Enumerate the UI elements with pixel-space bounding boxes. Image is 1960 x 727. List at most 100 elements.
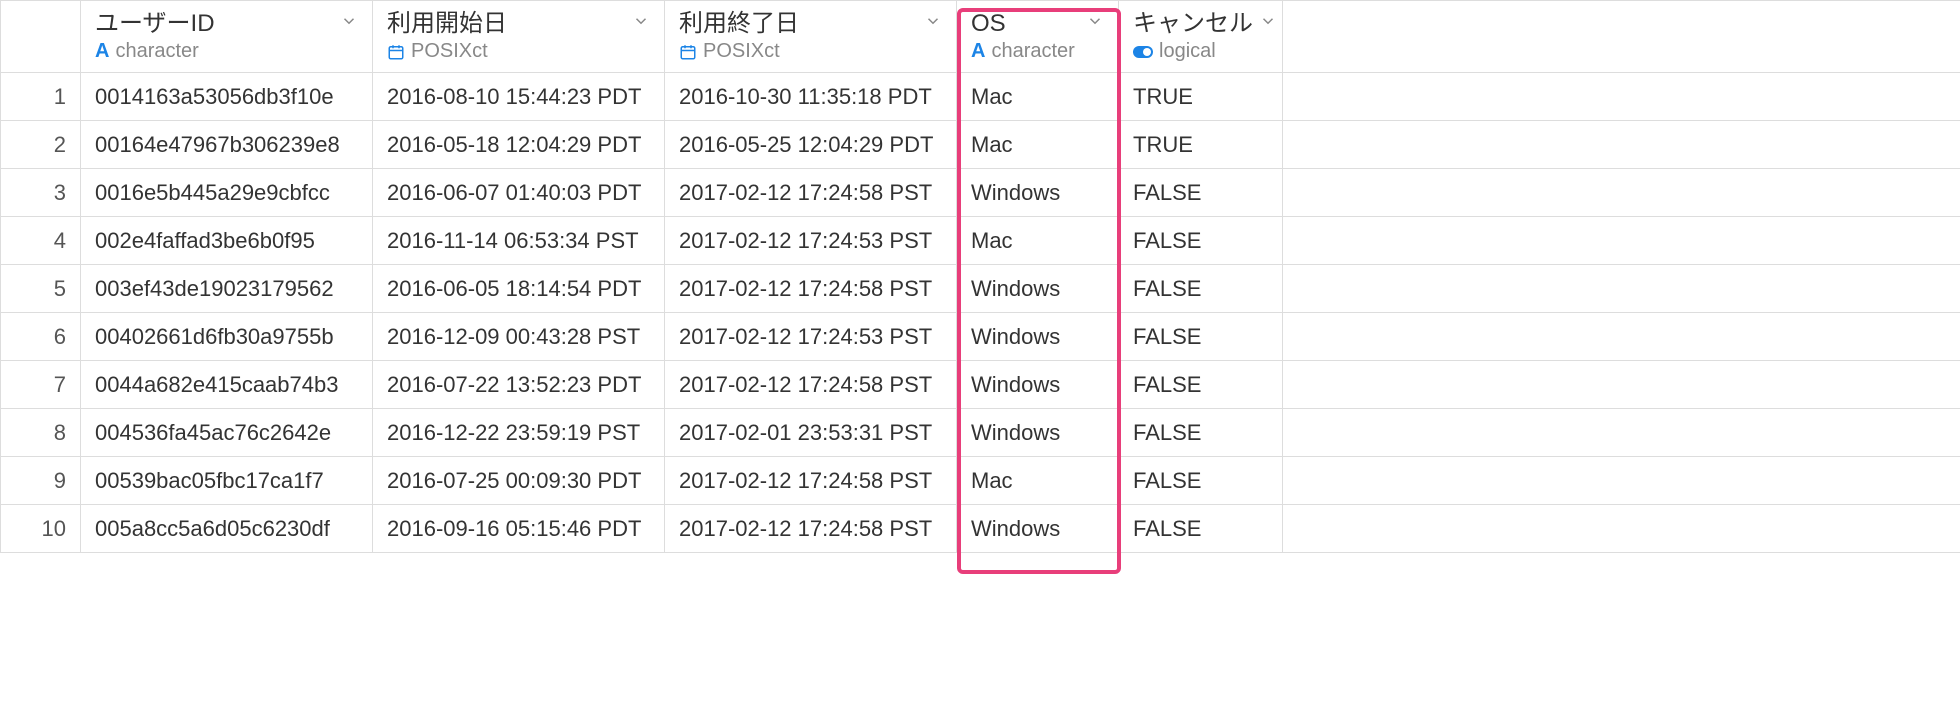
cell-user-id[interactable]: 003ef43de19023179562 [81, 265, 373, 313]
cell-start[interactable]: 2016-06-07 01:40:03 PDT [373, 169, 665, 217]
cell-user-id[interactable]: 00164e47967b306239e8 [81, 121, 373, 169]
cell-end[interactable]: 2017-02-12 17:24:58 PST [665, 265, 957, 313]
cell-os[interactable]: Windows [957, 505, 1119, 553]
cell-start[interactable]: 2016-09-16 05:15:46 PDT [373, 505, 665, 553]
chevron-down-icon[interactable] [632, 12, 650, 36]
column-title: キャンセル [1133, 10, 1253, 39]
table-row[interactable]: 900539bac05fbc17ca1f72016-07-25 00:09:30… [1, 457, 1960, 505]
cell-cancel[interactable]: FALSE [1119, 361, 1283, 409]
cell-cancel[interactable]: FALSE [1119, 265, 1283, 313]
cell-end[interactable]: 2017-02-12 17:24:58 PST [665, 457, 957, 505]
blank-cell [1283, 73, 1960, 121]
cell-user-id[interactable]: 002e4faffad3be6b0f95 [81, 217, 373, 265]
cell-cancel[interactable]: FALSE [1119, 409, 1283, 457]
blank-cell [1283, 457, 1960, 505]
chevron-down-icon[interactable] [1086, 12, 1104, 36]
column-title: 利用終了日 [679, 10, 799, 39]
cell-start[interactable]: 2016-07-22 13:52:23 PDT [373, 361, 665, 409]
calendar-icon [387, 43, 405, 61]
cell-end[interactable]: 2017-02-12 17:24:58 PST [665, 505, 957, 553]
chevron-down-icon[interactable] [340, 12, 358, 36]
calendar-icon [679, 43, 697, 61]
cell-end[interactable]: 2017-02-12 17:24:58 PST [665, 361, 957, 409]
toggle-icon [1133, 45, 1153, 59]
cell-os[interactable]: Mac [957, 217, 1119, 265]
cell-os[interactable]: Mac [957, 73, 1119, 121]
cell-start[interactable]: 2016-05-18 12:04:29 PDT [373, 121, 665, 169]
blank-cell [1283, 121, 1960, 169]
table-row[interactable]: 10014163a53056db3f10e2016-08-10 15:44:23… [1, 73, 1960, 121]
cell-os[interactable]: Mac [957, 457, 1119, 505]
blank-cell [1283, 265, 1960, 313]
cell-os[interactable]: Windows [957, 265, 1119, 313]
row-number: 8 [1, 409, 81, 457]
cell-start[interactable]: 2016-12-09 00:43:28 PST [373, 313, 665, 361]
cell-end[interactable]: 2016-10-30 11:35:18 PDT [665, 73, 957, 121]
blank-cell [1283, 505, 1960, 553]
cell-user-id[interactable]: 00539bac05fbc17ca1f7 [81, 457, 373, 505]
cell-cancel[interactable]: FALSE [1119, 217, 1283, 265]
chevron-down-icon[interactable] [924, 12, 942, 36]
column-title: ユーザーID [95, 10, 215, 39]
table-row[interactable]: 30016e5b445a29e9cbfcc2016-06-07 01:40:03… [1, 169, 1960, 217]
column-title: OS [971, 10, 1006, 39]
cell-cancel[interactable]: FALSE [1119, 313, 1283, 361]
cell-cancel[interactable]: TRUE [1119, 121, 1283, 169]
row-number: 10 [1, 505, 81, 553]
data-table: ユーザーID A character 利用開始日 [0, 0, 1960, 553]
table-row[interactable]: 5003ef43de190231795622016-06-05 18:14:54… [1, 265, 1960, 313]
cell-cancel[interactable]: FALSE [1119, 169, 1283, 217]
cell-os[interactable]: Windows [957, 409, 1119, 457]
table-row[interactable]: 200164e47967b306239e82016-05-18 12:04:29… [1, 121, 1960, 169]
table-row[interactable]: 70044a682e415caab74b32016-07-22 13:52:23… [1, 361, 1960, 409]
cell-os[interactable]: Windows [957, 361, 1119, 409]
column-header-cancel[interactable]: キャンセル logical [1119, 1, 1283, 73]
column-header-end[interactable]: 利用終了日 POSIXct [665, 1, 957, 73]
cell-end[interactable]: 2017-02-12 17:24:58 PST [665, 169, 957, 217]
cell-user-id[interactable]: 0044a682e415caab74b3 [81, 361, 373, 409]
cell-user-id[interactable]: 00402661d6fb30a9755b [81, 313, 373, 361]
cell-cancel[interactable]: TRUE [1119, 73, 1283, 121]
cell-user-id[interactable]: 0014163a53056db3f10e [81, 73, 373, 121]
blank-cell [1283, 409, 1960, 457]
cell-start[interactable]: 2016-12-22 23:59:19 PST [373, 409, 665, 457]
table-row[interactable]: 600402661d6fb30a9755b2016-12-09 00:43:28… [1, 313, 1960, 361]
cell-cancel[interactable]: FALSE [1119, 505, 1283, 553]
cell-end[interactable]: 2017-02-12 17:24:53 PST [665, 217, 957, 265]
blank-cell [1283, 361, 1960, 409]
cell-os[interactable]: Windows [957, 169, 1119, 217]
column-type: POSIXct [411, 40, 488, 63]
cell-end[interactable]: 2017-02-01 23:53:31 PST [665, 409, 957, 457]
column-header-start[interactable]: 利用開始日 POSIXct [373, 1, 665, 73]
row-number: 4 [1, 217, 81, 265]
table-row[interactable]: 4002e4faffad3be6b0f952016-11-14 06:53:34… [1, 217, 1960, 265]
table-row[interactable]: 10005a8cc5a6d05c6230df2016-09-16 05:15:4… [1, 505, 1960, 553]
column-type: POSIXct [703, 40, 780, 63]
rownum-header [1, 1, 81, 73]
character-type-icon: A [95, 40, 109, 63]
row-number: 6 [1, 313, 81, 361]
blank-cell [1283, 313, 1960, 361]
column-type: character [115, 40, 198, 63]
cell-end[interactable]: 2017-02-12 17:24:53 PST [665, 313, 957, 361]
column-header-os[interactable]: OS A character [957, 1, 1119, 73]
row-number: 7 [1, 361, 81, 409]
cell-os[interactable]: Windows [957, 313, 1119, 361]
cell-start[interactable]: 2016-11-14 06:53:34 PST [373, 217, 665, 265]
blank-cell [1283, 217, 1960, 265]
chevron-down-icon[interactable] [1259, 12, 1277, 36]
cell-user-id[interactable]: 005a8cc5a6d05c6230df [81, 505, 373, 553]
cell-start[interactable]: 2016-06-05 18:14:54 PDT [373, 265, 665, 313]
cell-start[interactable]: 2016-08-10 15:44:23 PDT [373, 73, 665, 121]
table-row[interactable]: 8004536fa45ac76c2642e2016-12-22 23:59:19… [1, 409, 1960, 457]
cell-os[interactable]: Mac [957, 121, 1119, 169]
cell-user-id[interactable]: 0016e5b445a29e9cbfcc [81, 169, 373, 217]
row-number: 5 [1, 265, 81, 313]
cell-user-id[interactable]: 004536fa45ac76c2642e [81, 409, 373, 457]
cell-start[interactable]: 2016-07-25 00:09:30 PDT [373, 457, 665, 505]
column-header-user-id[interactable]: ユーザーID A character [81, 1, 373, 73]
cell-end[interactable]: 2016-05-25 12:04:29 PDT [665, 121, 957, 169]
cell-cancel[interactable]: FALSE [1119, 457, 1283, 505]
row-number: 3 [1, 169, 81, 217]
row-number: 9 [1, 457, 81, 505]
